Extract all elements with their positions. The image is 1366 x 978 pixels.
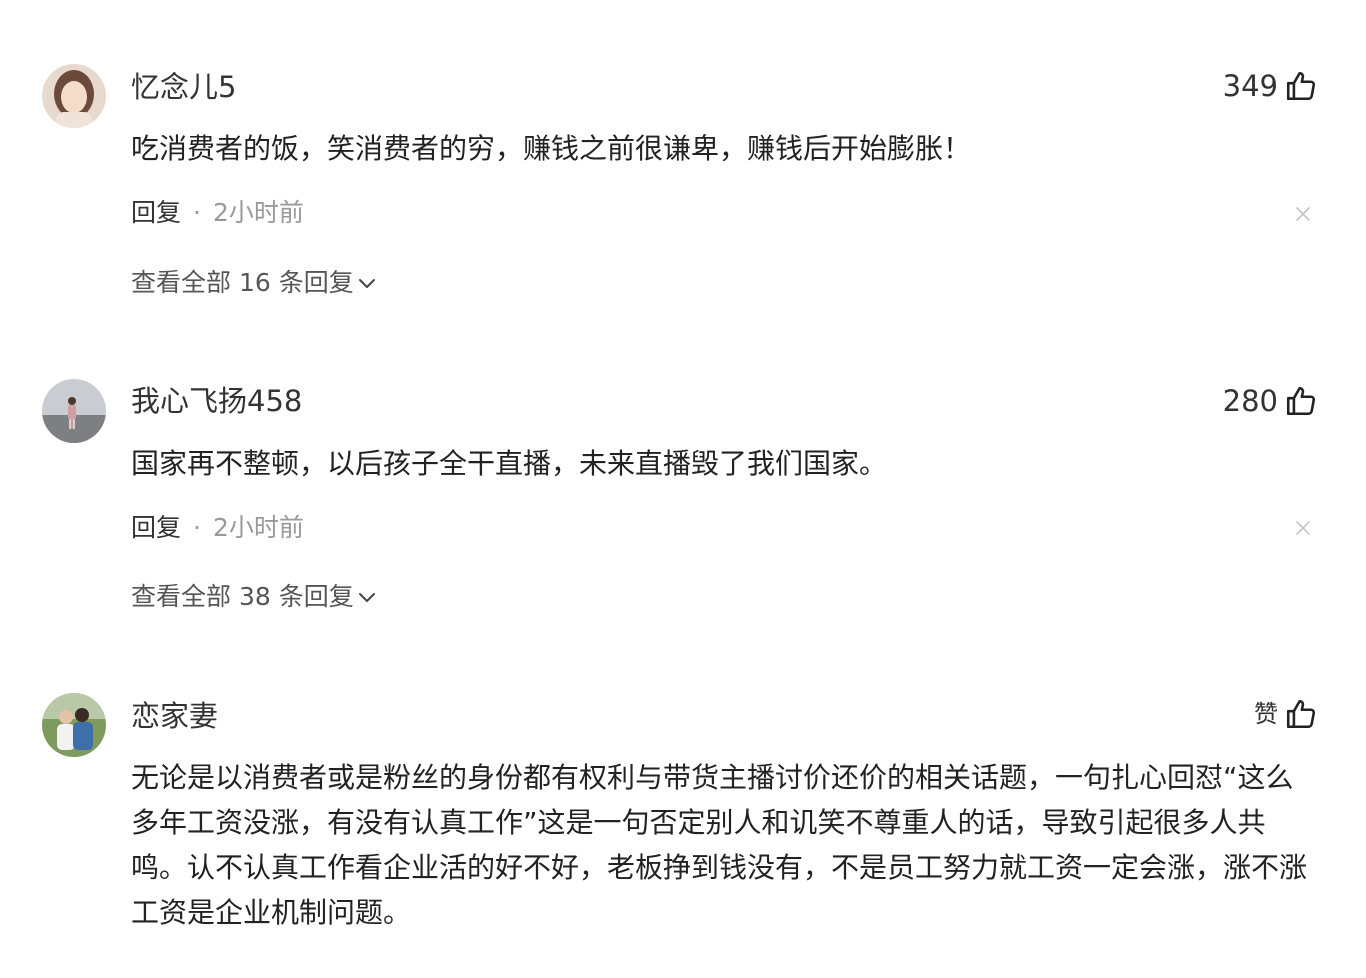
comment-text: 无论是以消费者或是粉丝的身份都有权利与带货主播讨价还价的相关话题，一句扎心回怼“… [131,761,1308,929]
chevron-down-icon [358,591,376,603]
comment-meta: 回复 · 2小时前 [131,200,304,225]
thumbs-up-icon[interactable] [1284,384,1318,418]
view-replies-button[interactable]: 查看全部 38 条回复 [131,584,376,609]
like-count: 280 [1222,383,1278,418]
like-count: 349 [1222,68,1278,103]
view-replies-label: 查看全部 38 条回复 [131,582,354,611]
comment-text: 吃消费者的饭，笑消费者的穷，赚钱之前很谦卑，赚钱后开始膨胀！ [131,132,972,165]
like-button[interactable]: 349 [1223,66,1318,106]
avatar[interactable] [42,379,106,443]
chevron-down-icon [358,277,376,289]
thumbs-up-icon[interactable] [1284,697,1318,731]
close-icon[interactable] [1294,519,1312,537]
reply-button[interactable]: 回复 [131,513,181,542]
timestamp: 2小时前 [212,513,304,542]
separator-dot: · [193,198,201,227]
avatar[interactable] [42,64,106,128]
comment-meta: 回复 · 2小时前 [131,515,304,540]
thumbs-up-icon[interactable] [1284,69,1318,103]
username[interactable]: 恋家妻 [131,702,218,731]
username[interactable]: 忆念儿5 [131,73,236,102]
like-button[interactable]: 赞 [1254,694,1318,734]
view-replies-label: 查看全部 16 条回复 [131,268,354,297]
reply-button[interactable]: 回复 [131,198,181,227]
close-icon[interactable] [1294,205,1312,223]
avatar[interactable] [42,693,106,757]
view-replies-button[interactable]: 查看全部 16 条回复 [131,270,376,295]
timestamp: 2小时前 [212,198,304,227]
comment-text: 国家再不整顿，以后孩子全干直播，未来直播毁了我们国家。 [131,447,888,480]
like-button[interactable]: 280 [1223,381,1318,421]
like-label: 赞 [1254,700,1278,728]
username[interactable]: 我心飞扬458 [131,387,302,416]
separator-dot: · [193,513,201,542]
